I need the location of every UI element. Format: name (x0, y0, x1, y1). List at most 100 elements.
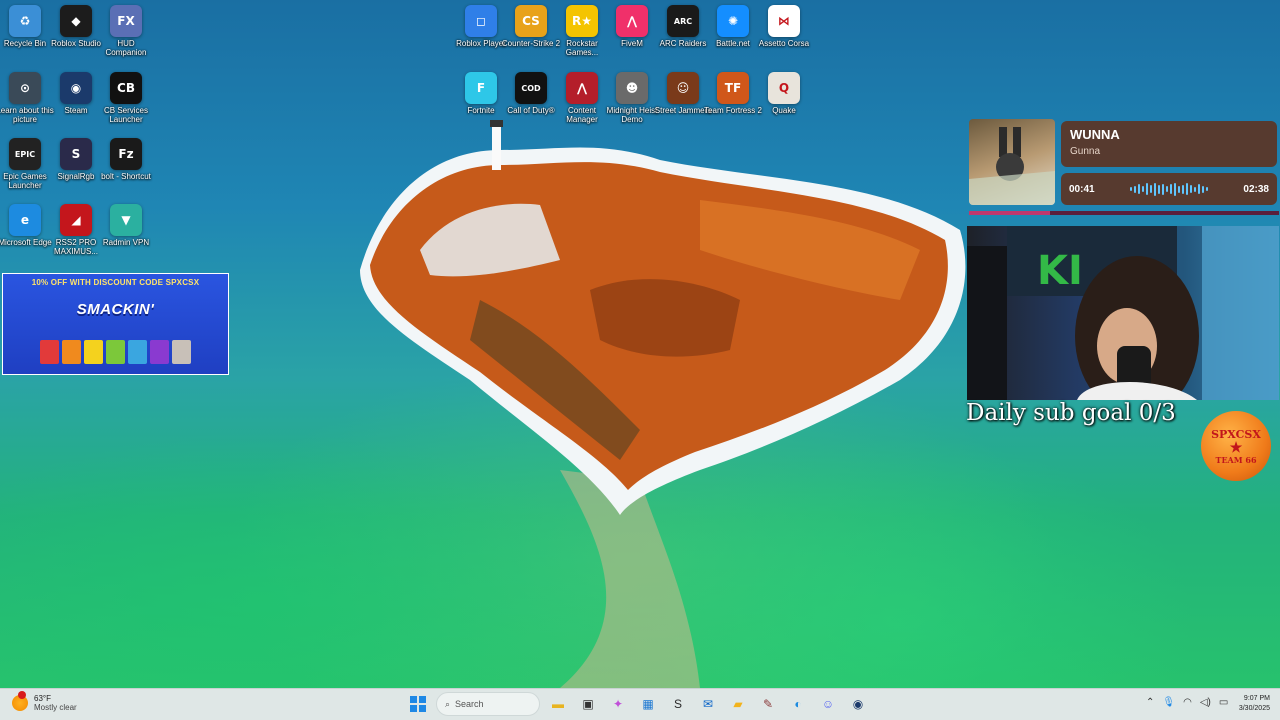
desktop-icon[interactable]: COD Call of Duty® (506, 72, 556, 115)
desktop-icon-label: CB Services Launcher (103, 106, 148, 124)
desktop-icon[interactable]: EPIC Epic Games Launcher (0, 138, 50, 190)
desktop-icon[interactable]: ⋀ Content Manager (557, 72, 607, 124)
team-fortress-icon: TF (717, 72, 749, 104)
desktop-icon[interactable]: ✺ Battle.net (708, 5, 758, 48)
desktop-icon[interactable]: FX HUD Companion (101, 5, 151, 57)
product-pack (128, 340, 147, 364)
desktop-icon-label: bolt - Shortcut (101, 172, 151, 181)
desktop-icon[interactable]: ▼ Radmin VPN (101, 204, 151, 247)
start-button[interactable] (406, 692, 430, 716)
waveform-bar (1166, 186, 1168, 192)
radmin-vpn-icon: ▼ (110, 204, 142, 236)
arc-raiders-icon: ARC (667, 5, 699, 37)
steam-taskbar-icon[interactable]: ◉ (846, 692, 870, 716)
desktop-icon[interactable]: ◉ Steam (51, 72, 101, 115)
waveform-bar (1158, 184, 1160, 194)
waveform-bar (1198, 184, 1200, 194)
desktop-icon[interactable]: ⋀ FiveM (607, 5, 657, 48)
desktop-icon[interactable]: CB CB Services Launcher (101, 72, 151, 124)
taskbar-center: ⌕ Search ▬ ▣ ✦ ▦ S ✉ ▰ ✎ ◐ ☺ ◉ (406, 692, 870, 716)
desktop-icon[interactable]: ⊙ Learn about this picture (0, 72, 54, 124)
waveform-bar (1182, 184, 1184, 194)
discord-icon[interactable]: ☺ (816, 692, 840, 716)
chevron-up-icon[interactable]: ⌃ (1146, 697, 1154, 708)
clock-date: 3/30/2025 (1238, 705, 1270, 712)
track-progress-fill (969, 211, 1050, 215)
edge-taskbar-icon[interactable]: ◐ (786, 692, 810, 716)
store-icon[interactable]: ▦ (636, 692, 660, 716)
waveform-bar (1154, 182, 1156, 196)
assetto-corsa-icon: ⋈ (768, 5, 800, 37)
desktop-icon-label: Radmin VPN (102, 238, 150, 247)
sponsor-ad-banner[interactable]: 10% OFF WITH DISCOUNT CODE SPXCSX SMACKI… (2, 273, 229, 375)
desktop-icon[interactable]: R★ Rockstar Games... (557, 5, 607, 57)
roblox-studio-icon: ◆ (60, 5, 92, 37)
desktop-icon[interactable]: F Fortnite (456, 72, 506, 115)
waveform-bar (1142, 186, 1144, 192)
desktop-icon[interactable]: Fz bolt - Shortcut (101, 138, 151, 181)
desktop-icon[interactable]: CS Counter-Strike 2 (502, 5, 560, 48)
weather-widget[interactable]: 63°F Mostly clear (12, 691, 77, 712)
desktop-icon[interactable]: ☺ Street Jammers (655, 72, 711, 115)
rss-pro-icon: ◢ (60, 204, 92, 236)
desktop-icon[interactable]: ◆ Roblox Studio (51, 5, 101, 48)
desktop-icon[interactable]: ◻ Roblox Player (456, 5, 506, 48)
product-pack (40, 340, 59, 364)
desktop-icon[interactable]: ARC ARC Raiders (658, 5, 708, 48)
search-icon: ⌕ (445, 698, 451, 709)
desktop-icon[interactable]: ⋈ Assetto Corsa (759, 5, 809, 48)
now-playing-widget: WUNNA Gunna 00:41 02:38 (969, 119, 1279, 215)
clock-time: 9:07 PM (1243, 695, 1270, 702)
badge-star: ★ (1229, 439, 1243, 456)
edge-icon: e (9, 204, 41, 236)
desktop-icon[interactable]: ◢ RSS2 PRO MAXIMUS... (51, 204, 101, 256)
folder-icon[interactable]: ▰ (726, 692, 750, 716)
wifi-icon[interactable]: ◠ (1183, 697, 1192, 708)
waveform-bar (1138, 184, 1140, 194)
system-tray: ⌃ 🎙 ◠ ◁) ▭ (1146, 697, 1228, 708)
learn-picture-icon: ⊙ (9, 72, 41, 104)
desktop-icon[interactable]: ♻ Recycle Bin (0, 5, 50, 48)
battery-icon[interactable]: ▭ (1219, 697, 1228, 708)
taskbar-clock[interactable]: 9:07 PM 3/30/2025 (1228, 694, 1270, 714)
desktop-icon[interactable]: ☻ Midnight Heist Demo (607, 72, 657, 124)
volume-icon[interactable]: ◁) (1200, 697, 1211, 708)
weather-temperature: 63°F (34, 694, 51, 703)
waveform-bar (1134, 185, 1136, 193)
paint-icon[interactable]: ✎ (756, 692, 780, 716)
copilot-icon[interactable]: ✦ (606, 692, 630, 716)
taskbar: 63°F Mostly clear ⌕ Search ▬ ▣ ✦ ▦ S ✉ ▰ ✎ ◐ ☺ ◉ ⌃… (0, 688, 1280, 720)
ad-product-packs (3, 340, 228, 364)
waveform-bar (1206, 187, 1208, 191)
stocks-icon[interactable]: S (666, 692, 690, 716)
waveform-bar (1202, 185, 1204, 193)
waveform-bar (1194, 186, 1196, 192)
audio-waveform (1130, 182, 1208, 196)
search-placeholder: Search (455, 699, 484, 709)
waveform-bar (1186, 183, 1188, 195)
outlook-icon[interactable]: ✉ (696, 692, 720, 716)
roblox-player-icon: ◻ (465, 5, 497, 37)
content-manager-icon: ⋀ (566, 72, 598, 104)
hud-companion-icon: FX (110, 5, 142, 37)
product-pack (106, 340, 125, 364)
desktop-icon[interactable]: S SignalRgb (51, 138, 101, 181)
taskbar-search[interactable]: ⌕ Search (436, 692, 540, 716)
task-view-icon[interactable]: ▣ (576, 692, 600, 716)
battlenet-icon: ✺ (717, 5, 749, 37)
ad-promo-text: 10% OFF WITH DISCOUNT CODE SPXCSX (31, 278, 200, 287)
waveform-bar (1178, 185, 1180, 193)
desktop-icon[interactable]: e Microsoft Edge (0, 204, 52, 247)
track-progress-bar (969, 211, 1279, 215)
desktop-icon[interactable]: Q Quake (759, 72, 809, 115)
fortnite-icon: F (465, 72, 497, 104)
file-explorer-icon[interactable]: ▬ (546, 692, 570, 716)
desktop-icon[interactable]: TF Team Fortress 2 (704, 72, 762, 115)
signalrgb-icon: S (60, 138, 92, 170)
elapsed-time: 00:41 (1069, 183, 1095, 195)
call-of-duty-icon: COD (515, 72, 547, 104)
svg-text:KI: KI (1037, 248, 1083, 294)
webcam-overlay: KI (967, 226, 1279, 400)
waveform-bar (1150, 185, 1152, 193)
microphone-icon[interactable]: 🎙 (1162, 697, 1175, 708)
